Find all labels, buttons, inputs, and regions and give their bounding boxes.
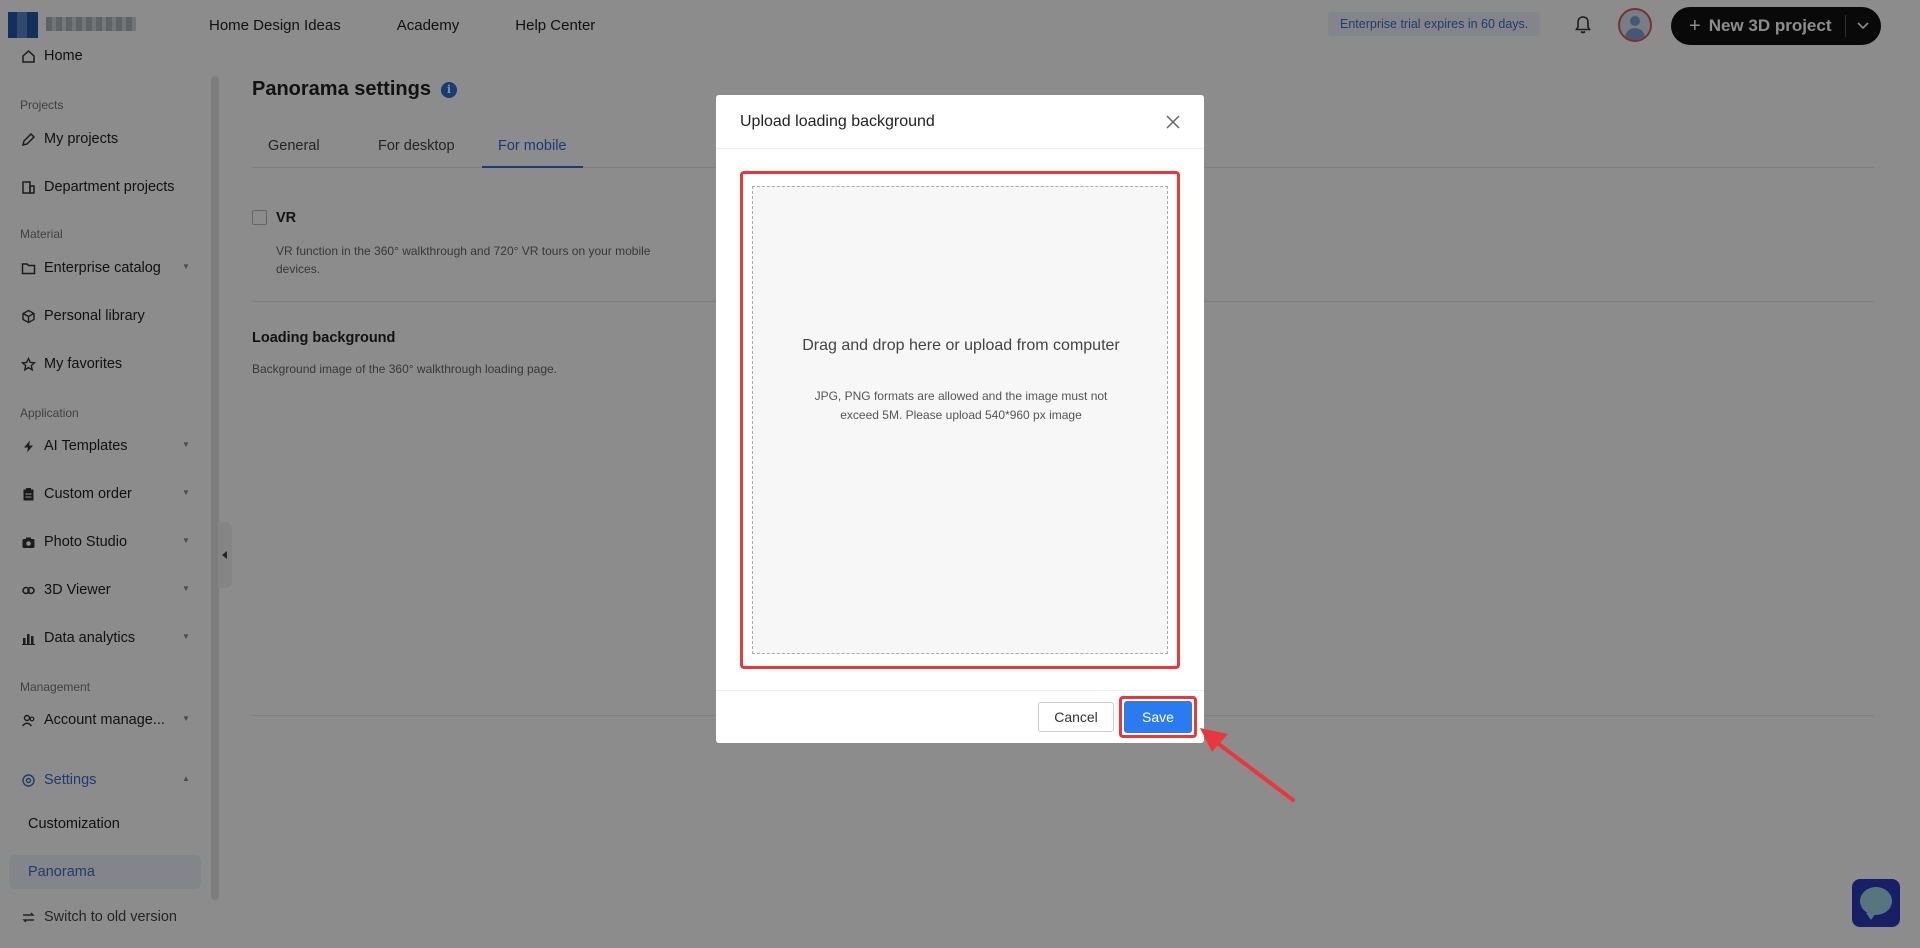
upload-loading-background-dialog: Upload loading background Drag and drop … [716,95,1204,743]
pointer-arrow-icon [1200,728,1295,802]
dialog-divider [716,148,1204,149]
upload-dropzone[interactable]: Drag and drop here or upload from comput… [752,186,1168,654]
save-button[interactable]: Save [1124,701,1192,733]
dialog-footer-divider [716,690,1204,691]
cancel-button[interactable]: Cancel [1038,702,1114,732]
dropzone-main-text: Drag and drop here or upload from comput… [802,337,1120,354]
dialog-title: Upload loading background [740,113,935,130]
close-icon[interactable] [1164,113,1182,131]
dropzone-hint-text: JPG, PNG formats are allowed and the ima… [814,389,1108,422]
